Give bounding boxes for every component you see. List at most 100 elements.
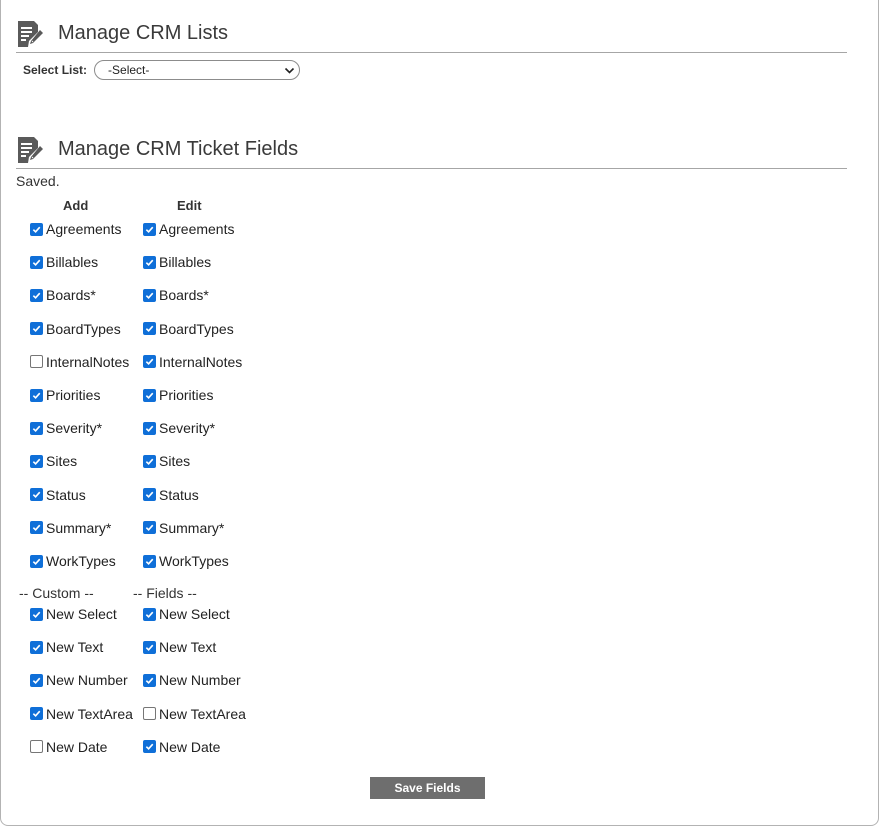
add-field-row: InternalNotes xyxy=(30,352,129,372)
edit-checkbox[interactable] xyxy=(143,740,156,754)
edit-checkbox[interactable] xyxy=(143,554,156,568)
add-field-row: Severity* xyxy=(30,418,102,438)
add-checkbox[interactable] xyxy=(30,607,43,621)
edit-checkbox[interactable] xyxy=(143,707,156,721)
add-column-header: Add xyxy=(63,198,89,213)
edit-checkbox[interactable] xyxy=(143,355,156,369)
edit-field-label: InternalNotes xyxy=(159,353,243,370)
add-field-label: New Text xyxy=(46,639,104,656)
edit-field-row: New TextArea xyxy=(143,704,246,724)
add-field-label: New TextArea xyxy=(46,705,133,722)
add-field-label: Boards* xyxy=(46,287,96,304)
add-field-row: Summary* xyxy=(30,518,111,538)
add-checkbox[interactable] xyxy=(30,640,43,654)
add-checkbox[interactable] xyxy=(30,673,43,687)
edit-field-row: WorkTypes xyxy=(143,551,229,571)
add-checkbox[interactable] xyxy=(30,421,43,435)
edit-checkbox[interactable] xyxy=(143,288,156,302)
add-field-label: Summary* xyxy=(46,519,112,536)
add-field-label: BoardTypes xyxy=(46,320,121,337)
edit-field-label: Severity* xyxy=(159,420,216,437)
edit-field-label: New TextArea xyxy=(159,705,246,722)
edit-field-label: WorkTypes xyxy=(159,553,229,569)
add-checkbox[interactable] xyxy=(30,488,43,502)
edit-field-row: New Date xyxy=(143,737,220,757)
edit-field-label: New Text xyxy=(159,639,217,656)
edit-field-row: New Text xyxy=(143,637,216,657)
edit-field-label: New Date xyxy=(159,738,221,755)
chevron-down-icon xyxy=(284,67,295,74)
edit-checkbox[interactable] xyxy=(143,673,156,687)
edit-checkbox[interactable] xyxy=(143,388,156,402)
edit-field-row: Priorities xyxy=(143,385,213,405)
saved-status: Saved. xyxy=(16,173,60,189)
add-checkbox[interactable] xyxy=(30,288,43,302)
add-field-label: WorkTypes xyxy=(46,553,116,569)
add-field-label: New Select xyxy=(46,606,117,622)
edit-checkbox[interactable] xyxy=(143,521,156,535)
add-checkbox[interactable] xyxy=(30,388,43,402)
add-field-row: Billables xyxy=(30,252,98,272)
edit-field-row: BoardTypes xyxy=(143,319,234,339)
add-checkbox[interactable] xyxy=(30,322,43,336)
edit-column-header: Edit xyxy=(177,198,202,213)
edit-field-row: New Number xyxy=(143,670,241,690)
edit-field-row: Status xyxy=(143,485,199,505)
edit-checkbox[interactable] xyxy=(143,454,156,468)
add-checkbox[interactable] xyxy=(30,740,43,754)
edit-field-row: Agreements xyxy=(143,219,234,239)
add-field-row: Agreements xyxy=(30,219,121,239)
add-checkbox[interactable] xyxy=(30,222,43,236)
edit-field-label: New Select xyxy=(159,606,230,622)
add-checkbox[interactable] xyxy=(30,255,43,269)
edit-field-label: New Number xyxy=(159,672,241,689)
add-field-row: Priorities xyxy=(30,385,100,405)
edit-checkbox[interactable] xyxy=(143,488,156,502)
add-field-row: New Number xyxy=(30,670,128,690)
add-field-row: WorkTypes xyxy=(30,551,116,571)
edit-field-row: Boards* xyxy=(143,285,209,305)
edit-checkbox[interactable] xyxy=(143,322,156,336)
edit-field-row: Severity* xyxy=(143,418,215,438)
add-checkbox[interactable] xyxy=(30,554,43,568)
select-list-label: Select List: xyxy=(23,63,88,77)
edit-field-row: Billables xyxy=(143,252,211,272)
add-field-label: Agreements xyxy=(46,221,122,237)
lists-section-title: Manage CRM Lists xyxy=(58,22,229,44)
edit-checkbox[interactable] xyxy=(143,255,156,269)
edit-field-label: Billables xyxy=(159,254,212,271)
select-list-row: Select List: -Select- xyxy=(23,59,301,81)
add-field-label: InternalNotes xyxy=(46,353,130,370)
select-list-value: -Select- xyxy=(108,63,150,77)
add-checkbox[interactable] xyxy=(30,707,43,721)
edit-document-icon xyxy=(18,137,43,163)
add-field-row: New TextArea xyxy=(30,704,133,724)
add-checkbox[interactable] xyxy=(30,521,43,535)
edit-field-row: New Select xyxy=(143,604,230,624)
fields-section-header: Manage CRM Ticket Fields xyxy=(16,132,847,169)
edit-checkbox[interactable] xyxy=(143,607,156,621)
add-checkbox[interactable] xyxy=(30,454,43,468)
edit-field-label: Summary* xyxy=(159,519,225,536)
edit-checkbox[interactable] xyxy=(143,222,156,236)
add-field-row: New Date xyxy=(30,737,107,757)
edit-field-label: Priorities xyxy=(159,387,214,403)
add-field-label: Status xyxy=(46,486,86,503)
add-field-row: New Select xyxy=(30,604,117,624)
page-frame xyxy=(0,0,879,826)
add-field-label: New Date xyxy=(46,738,108,755)
add-field-row: BoardTypes xyxy=(30,319,121,339)
add-checkbox[interactable] xyxy=(30,355,43,369)
save-fields-button[interactable]: Save Fields xyxy=(370,777,485,799)
add-field-row: Sites xyxy=(30,451,77,471)
add-field-label: Billables xyxy=(46,254,99,271)
edit-document-icon xyxy=(18,21,43,47)
custom-separator-left: -- Custom -- xyxy=(19,585,94,601)
edit-checkbox[interactable] xyxy=(143,640,156,654)
custom-separator-right: -- Fields -- xyxy=(133,585,197,601)
edit-field-row: Sites xyxy=(143,451,190,471)
add-field-row: Status xyxy=(30,485,86,505)
add-field-row: New Text xyxy=(30,637,103,657)
edit-checkbox[interactable] xyxy=(143,421,156,435)
select-list-dropdown[interactable]: -Select- xyxy=(94,60,301,80)
